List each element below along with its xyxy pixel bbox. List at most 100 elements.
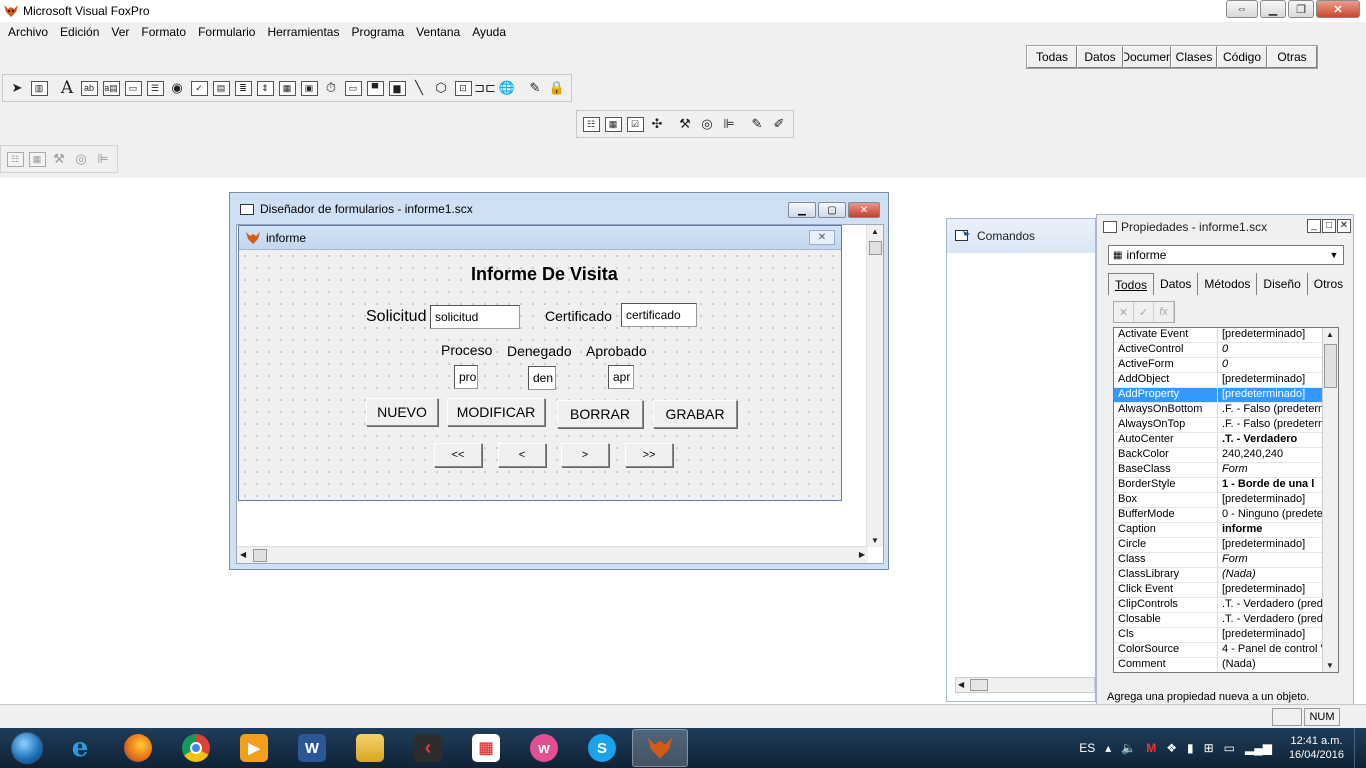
tab-documentos[interactable]: Documen [1123,46,1171,68]
tab-codigo[interactable]: Código [1217,46,1267,68]
signal-icon[interactable]: ▂▄▆ [1245,741,1272,755]
property-row[interactable]: Circle [predeterminado] [1114,538,1338,553]
property-row[interactable]: AlwaysOnBottom .F. - Falso (predetermi [1114,403,1338,418]
checkbox-icon[interactable]: ✓ [188,77,210,99]
label-icon[interactable]: A [56,77,78,99]
color-palette-icon[interactable]: ◎ [696,113,718,135]
nuevo-button[interactable]: NUEVO [366,398,438,426]
property-value[interactable]: Form [1218,463,1322,477]
property-row[interactable]: Comment (Nada) [1114,658,1338,672]
designer-horizontal-scrollbar[interactable]: ◀ ▶ [237,546,868,563]
maximize-icon[interactable]: ▢ [818,202,846,218]
form-close-icon[interactable]: ✕ [809,230,835,245]
maximize-icon[interactable]: □ [1322,219,1336,233]
menu-ventana[interactable]: Ventana [410,25,466,39]
property-row[interactable]: Activate Event [predeterminado] [1114,328,1338,343]
tab-datos[interactable]: Datos [1154,273,1199,295]
spinner-icon[interactable]: ⇕ [254,77,276,99]
property-value[interactable]: .T. - Verdadero (prede [1218,613,1322,627]
scroll-up-icon[interactable]: ▲ [871,227,879,236]
tab-otros[interactable]: Otros [1308,273,1349,295]
property-row[interactable]: Caption informe [1114,523,1338,538]
property-row[interactable]: Closable .T. - Verdadero (prede [1114,613,1338,628]
tab-diseno[interactable]: Diseño [1257,273,1308,295]
property-row[interactable]: AutoCenter .T. - Verdadero [1114,433,1338,448]
language-indicator[interactable]: ES [1079,741,1095,755]
tab-clases[interactable]: Clases [1171,46,1217,68]
code-window-icon[interactable]: ✣ [646,113,668,135]
properties-window-icon[interactable]: ☑ [624,113,646,135]
property-row[interactable]: ColorSource 4 - Panel de control V [1114,643,1338,658]
scroll-up-icon[interactable]: ▲ [1326,330,1334,339]
property-grid-scrollbar[interactable]: ▲ ▼ [1322,328,1338,672]
volume-icon[interactable]: 🔈 [1121,741,1136,755]
property-value[interactable]: 0 - Ninguno (predeter [1218,508,1322,522]
taskbar-foxpro[interactable] [632,729,688,767]
restore-icon[interactable]: ⇔ [1226,0,1258,18]
scroll-down-icon[interactable]: ▼ [871,536,879,545]
taskbar-skype[interactable]: S [574,729,630,767]
tab-otras[interactable]: Otras [1267,46,1317,68]
command-group-icon[interactable]: ☰ [144,77,166,99]
property-value[interactable]: (Nada) [1218,568,1322,582]
property-row[interactable]: Click Event [predeterminado] [1114,583,1338,598]
property-row[interactable]: BufferMode 0 - Ninguno (predeter [1114,508,1338,523]
property-row[interactable]: ActiveForm 0 [1114,358,1338,373]
taskbar-chrome[interactable] [168,729,224,767]
property-value[interactable]: 1 - Borde de una l [1218,478,1322,492]
first-record-button[interactable]: << [434,443,482,467]
tab-metodos[interactable]: Métodos [1198,273,1258,295]
data-environment-icon[interactable]: ▦ [602,113,624,135]
pageframe-icon[interactable]: ▭ [342,77,364,99]
menu-edicion[interactable]: Edición [54,25,105,39]
modificar-button[interactable]: MODIFICAR [447,398,545,426]
view-classes-icon[interactable]: ▥ [28,77,50,99]
close-icon[interactable]: ✕ [1337,219,1351,233]
scroll-right-icon[interactable]: ▶ [859,550,865,559]
form-controls-toolbar-icon[interactable]: ⚒ [674,113,696,135]
hscroll-thumb[interactable] [970,679,988,691]
property-value[interactable]: .T. - Verdadero [1218,433,1322,447]
grabar-button[interactable]: GRABAR [653,400,737,428]
menu-formato[interactable]: Formato [135,25,192,39]
scroll-thumb[interactable] [869,241,882,255]
property-value[interactable]: [predeterminado] [1218,583,1322,597]
scroll-down-icon[interactable]: ▼ [1326,661,1334,670]
property-value[interactable]: 4 - Panel de control V [1218,643,1322,657]
pointer-icon[interactable]: ➤ [6,77,28,99]
autoformat-icon[interactable]: ✐ [768,113,790,135]
maximize-button[interactable]: ❐ [1288,0,1314,18]
battery-icon[interactable]: ▭ [1224,741,1235,755]
property-value[interactable]: .F. - Falso (predetermi [1218,403,1322,417]
property-value[interactable]: [predeterminado] [1218,388,1322,402]
property-row[interactable]: Class Form [1114,553,1338,568]
property-row[interactable]: AlwaysOnTop .F. - Falso (predetermi [1114,418,1338,433]
solicitud-textbox[interactable]: solicitud [430,305,520,329]
property-value[interactable]: Form [1218,553,1322,567]
scroll-thumb[interactable] [1324,344,1337,388]
timer-icon[interactable]: ⏱ [320,77,342,99]
minimize-icon[interactable]: ▁ [788,202,816,218]
certificado-textbox[interactable]: certificado [621,303,697,327]
tab-todos[interactable]: Todos [1108,273,1155,295]
taskbar-app-red[interactable]: ‹ [400,729,456,767]
menu-herramientas[interactable]: Herramientas [261,25,345,39]
editbox-icon[interactable]: a▤ [100,77,122,99]
menu-programa[interactable]: Programa [345,25,410,39]
close-icon[interactable]: ✕ [848,202,880,218]
taskbar-wamba[interactable]: w [516,729,572,767]
taskbar-ie[interactable]: e [52,729,108,767]
form-builder-icon[interactable]: ✎ [746,113,768,135]
property-value[interactable]: [predeterminado] [1218,328,1322,342]
ole-bound-icon[interactable]: ▆ [386,77,408,99]
menu-archivo[interactable]: Archivo [2,25,54,39]
clock[interactable]: 12:41 a.m. 16/04/2016 [1289,734,1344,762]
form-informe[interactable]: informe ✕ Informe De Visita Solicitud so… [238,225,842,501]
option-group-icon[interactable]: ◉ [166,77,188,99]
property-row[interactable]: ClipControls .T. - Verdadero (prede [1114,598,1338,613]
last-record-button[interactable]: >> [625,443,673,467]
property-row[interactable]: BackColor 240,240,240 [1114,448,1338,463]
property-value[interactable]: .F. - Falso (predetermi [1218,418,1322,432]
property-row[interactable]: Cls [predeterminado] [1114,628,1338,643]
scroll-left-icon[interactable]: ◀ [240,550,246,559]
